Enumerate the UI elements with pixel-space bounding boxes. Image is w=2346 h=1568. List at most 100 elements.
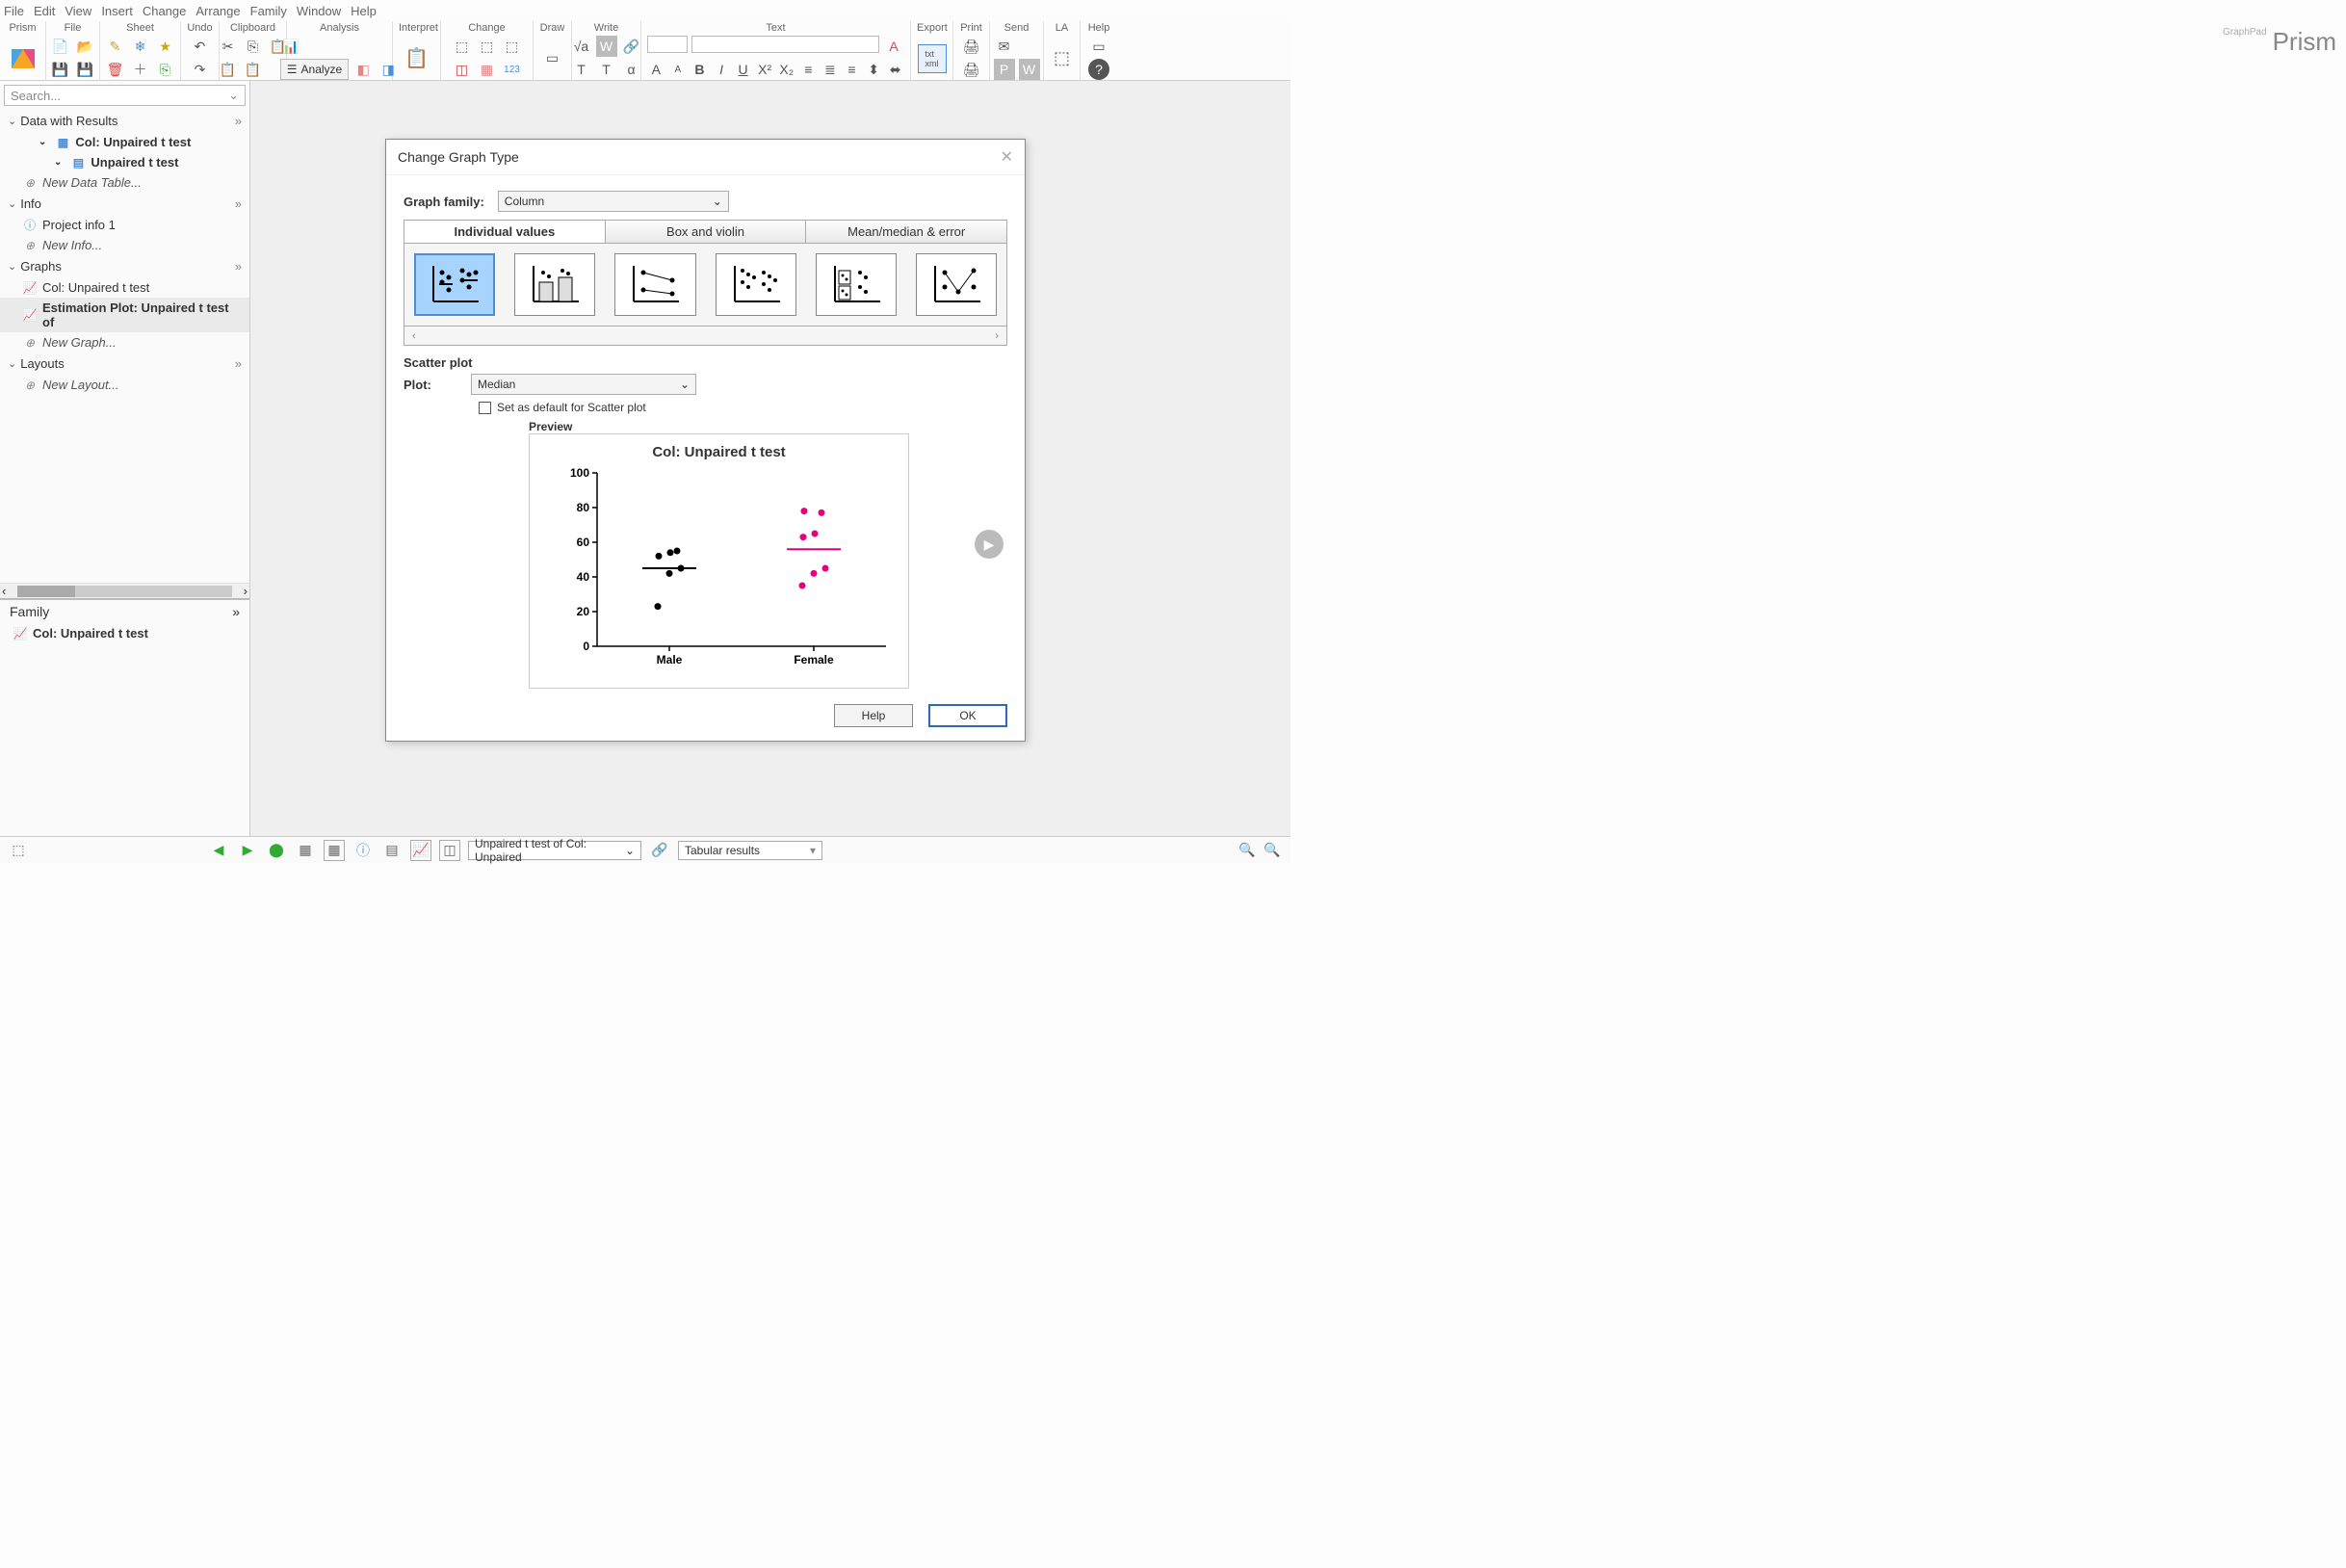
prism-logo-icon[interactable] — [12, 49, 35, 68]
clipboard2-icon[interactable]: 📋 — [243, 59, 264, 80]
change2-icon[interactable]: ⬚ — [477, 36, 498, 57]
highlight-icon[interactable]: ✎ — [105, 36, 126, 57]
zoom-in-icon[interactable]: 🔍 — [1237, 840, 1258, 861]
status-tree-icon[interactable]: ⬚ — [8, 840, 29, 861]
play-button[interactable]: ▶ — [975, 530, 1004, 559]
tree-section[interactable]: ⌄ Graphs» — [0, 255, 249, 277]
font-bigger-icon[interactable]: A — [647, 59, 665, 80]
menu-insert[interactable]: Insert — [101, 4, 133, 18]
la-icon[interactable]: ⬚ — [1052, 48, 1073, 69]
family-item[interactable]: 📈Col: Unpaired t test — [0, 623, 249, 643]
menu-file[interactable]: File — [4, 4, 24, 18]
font-family-input[interactable] — [691, 36, 879, 53]
nav-chart-icon[interactable]: 📈 — [410, 840, 431, 861]
italic-icon[interactable]: I — [713, 59, 731, 80]
analysis-opt1-icon[interactable]: ◧ — [352, 59, 374, 80]
tree-item[interactable]: ⊕New Graph... — [0, 332, 249, 353]
save-as-icon[interactable]: 💾 — [75, 59, 96, 80]
alpha-icon[interactable]: α — [621, 59, 642, 80]
menu-arrange[interactable]: Arrange — [196, 4, 240, 18]
font-size-input[interactable] — [647, 36, 688, 53]
close-icon[interactable]: ✕ — [1001, 147, 1013, 167]
tree-item[interactable]: ⌄▤Unpaired t test — [0, 152, 249, 172]
help-doc-icon[interactable]: ▭ — [1088, 36, 1109, 57]
status-sheet-select[interactable]: Unpaired t test of Col: Unpaired⌄ — [468, 841, 641, 860]
nav-bookmark-icon[interactable]: ⬤ — [266, 840, 287, 861]
menu-help[interactable]: Help — [351, 4, 377, 18]
spacing-icon[interactable]: ⬍ — [865, 59, 883, 80]
menu-edit[interactable]: Edit — [34, 4, 55, 18]
tree-section[interactable]: ⌄ Info» — [0, 193, 249, 215]
thumb-grouped-box[interactable] — [816, 253, 897, 316]
font-smaller-icon[interactable]: A — [669, 59, 688, 80]
nav-grid-icon[interactable]: ▦ — [295, 840, 316, 861]
text-t-icon[interactable]: T — [571, 59, 592, 80]
copy-icon[interactable]: ⎘ — [243, 36, 264, 57]
change6-icon[interactable]: 123 — [502, 59, 523, 80]
change5-icon[interactable]: ▦ — [477, 59, 498, 80]
delete-icon[interactable]: 🗑 — [105, 59, 126, 80]
cut-icon[interactable]: ✂ — [218, 36, 239, 57]
analysis-chart-icon[interactable]: 📊 — [280, 36, 301, 57]
ok-button[interactable]: OK — [928, 704, 1007, 727]
tree-item[interactable]: ⊕New Data Table... — [0, 172, 249, 193]
menu-window[interactable]: Window — [297, 4, 341, 18]
duplicate-icon[interactable]: ⎘ — [155, 59, 176, 80]
graph-family-select[interactable]: Column⌄ — [498, 191, 729, 212]
help-button[interactable]: Help — [834, 704, 913, 727]
tab-mean-median[interactable]: Mean/median & error — [806, 221, 1006, 243]
indent-icon[interactable]: ⬌ — [886, 59, 904, 80]
status-view-select[interactable]: Tabular results▾ — [678, 841, 822, 860]
nav-prev-icon[interactable]: ◀ — [208, 840, 229, 861]
tree-item[interactable]: ⓘProject info 1 — [0, 215, 249, 235]
nav-info-icon[interactable]: ⓘ — [352, 840, 374, 861]
nav-layout-icon[interactable]: ◫ — [439, 840, 460, 861]
change4-icon[interactable]: ◫ — [452, 59, 473, 80]
search-input[interactable]: Search...⌄ — [4, 85, 246, 106]
thumb-before-after[interactable] — [614, 253, 695, 316]
align1-icon[interactable]: ≡ — [799, 59, 818, 80]
interpret-icon[interactable]: 📋 — [402, 43, 432, 74]
thumb-scatter-bar[interactable] — [514, 253, 595, 316]
change3-icon[interactable]: ⬚ — [502, 36, 523, 57]
text-t2-icon[interactable]: T — [596, 59, 617, 80]
tree-item[interactable]: 📈Estimation Plot: Unpaired t test of — [0, 298, 249, 332]
font-color-icon[interactable]: A — [883, 36, 904, 57]
new-file-icon[interactable]: 📄 — [50, 36, 71, 57]
tree-section[interactable]: ⌄ Data with Results» — [0, 110, 249, 132]
snowflake-icon[interactable]: ❄ — [130, 36, 151, 57]
plot-select[interactable]: Median⌄ — [471, 374, 696, 395]
menu-view[interactable]: View — [65, 4, 91, 18]
help-icon[interactable]: ? — [1088, 59, 1109, 80]
nav-results-icon[interactable]: ▤ — [381, 840, 403, 861]
ppt-icon[interactable]: P — [994, 59, 1015, 80]
change1-icon[interactable]: ⬚ — [452, 36, 473, 57]
tree-item[interactable]: ⊕New Info... — [0, 235, 249, 255]
align2-icon[interactable]: ≣ — [821, 59, 840, 80]
star-icon[interactable]: ★ — [155, 36, 176, 57]
menu-family[interactable]: Family — [250, 4, 287, 18]
email-icon[interactable]: ✉ — [994, 36, 1015, 57]
print-icon[interactable]: 🖨 — [961, 36, 982, 57]
thumb-connected[interactable] — [916, 253, 997, 316]
tree-section[interactable]: ⌄ Layouts» — [0, 353, 249, 375]
nav-table-icon[interactable]: ▦ — [324, 840, 345, 861]
subscript-icon[interactable]: X₂ — [777, 59, 795, 80]
thumb-aligned[interactable] — [716, 253, 796, 316]
menu-change[interactable]: Change — [143, 4, 187, 18]
thumbs-nav[interactable]: ‹› — [404, 327, 1007, 346]
tree-item[interactable]: ⊕New Layout... — [0, 375, 249, 395]
nav-next-icon[interactable]: ▶ — [237, 840, 258, 861]
link-icon[interactable]: 🔗 — [621, 36, 642, 57]
word-icon[interactable]: W — [596, 36, 617, 57]
underline-icon[interactable]: U — [734, 59, 752, 80]
save-icon[interactable]: 💾 — [50, 59, 71, 80]
open-file-icon[interactable]: 📂 — [75, 36, 96, 57]
thumb-scatter[interactable] — [414, 253, 495, 316]
link-icon[interactable]: 🔗 — [649, 840, 670, 861]
sidebar-hscroll[interactable]: ‹› — [0, 583, 249, 598]
sqrt-icon[interactable]: √a — [571, 36, 592, 57]
draw-icon[interactable]: ▭ — [542, 48, 563, 69]
superscript-icon[interactable]: X² — [756, 59, 774, 80]
analyze-button[interactable]: ☰Analyze — [280, 59, 349, 80]
